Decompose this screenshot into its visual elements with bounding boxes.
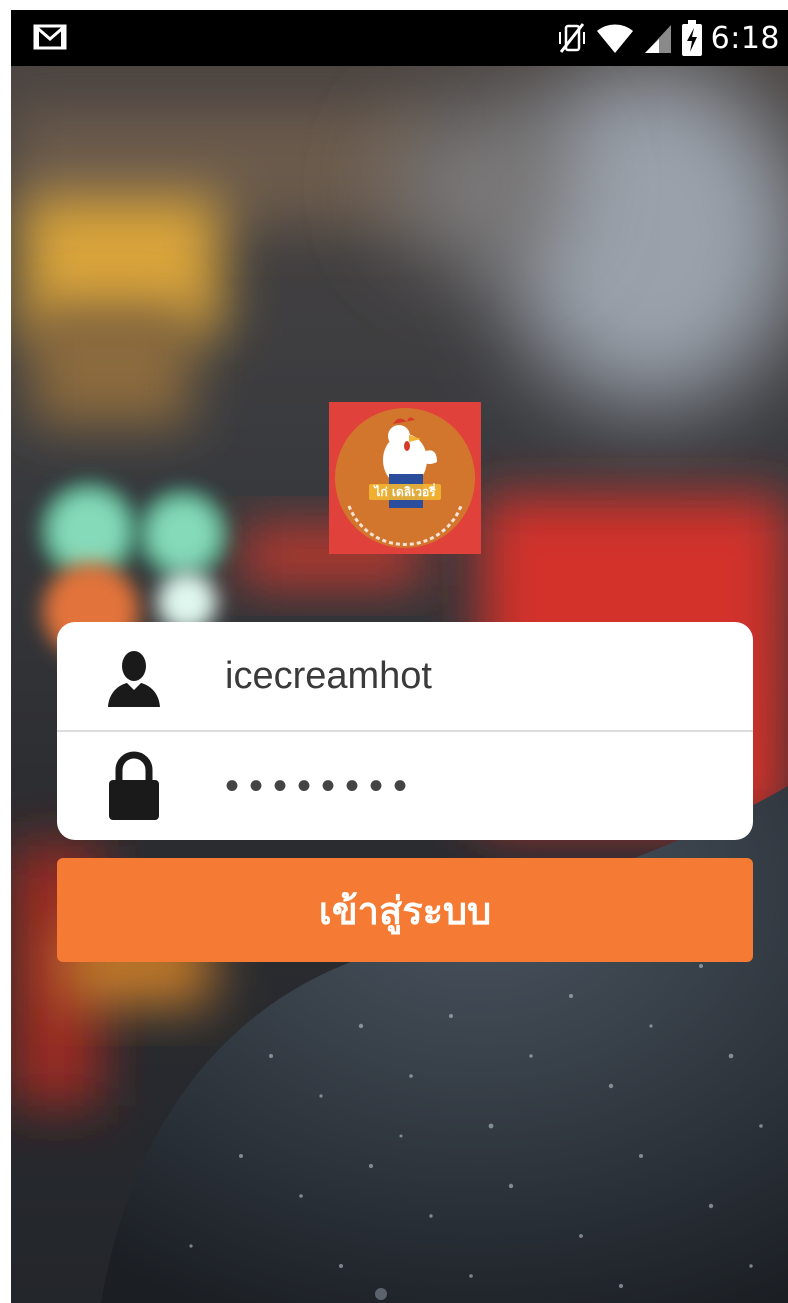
wifi-icon — [596, 24, 633, 53]
username-input[interactable]: icecreamhot — [225, 622, 705, 730]
password-input[interactable]: •••••••• — [225, 732, 705, 840]
phone-screen: 6:18 ไก่ เดลิเวอรี่ icecreamhot ••••••••… — [11, 10, 788, 1303]
signal-icon — [644, 25, 671, 53]
battery-charging-icon — [681, 20, 702, 56]
lock-icon — [109, 751, 159, 820]
vibrate-off-icon — [558, 23, 585, 53]
username-field[interactable]: icecreamhot — [57, 622, 753, 730]
gmail-icon — [33, 24, 67, 50]
status-icons: 6:18 — [557, 18, 780, 58]
chicken-delivery-logo: ไก่ เดลิเวอรี่ — [329, 402, 481, 554]
status-bar: 6:18 — [11, 10, 788, 66]
app-frame: 6:18 ไก่ เดลิเวอรี่ icecreamhot ••••••••… — [0, 0, 788, 1303]
login-form: icecreamhot •••••••• — [57, 622, 753, 840]
user-icon — [108, 651, 160, 707]
clock-time: 6:18 — [710, 20, 780, 56]
logo-text: ไก่ เดลิเวอรี่ — [372, 483, 436, 499]
login-button[interactable]: เข้าสู่ระบบ — [57, 858, 753, 962]
password-field[interactable]: •••••••• — [57, 732, 753, 840]
